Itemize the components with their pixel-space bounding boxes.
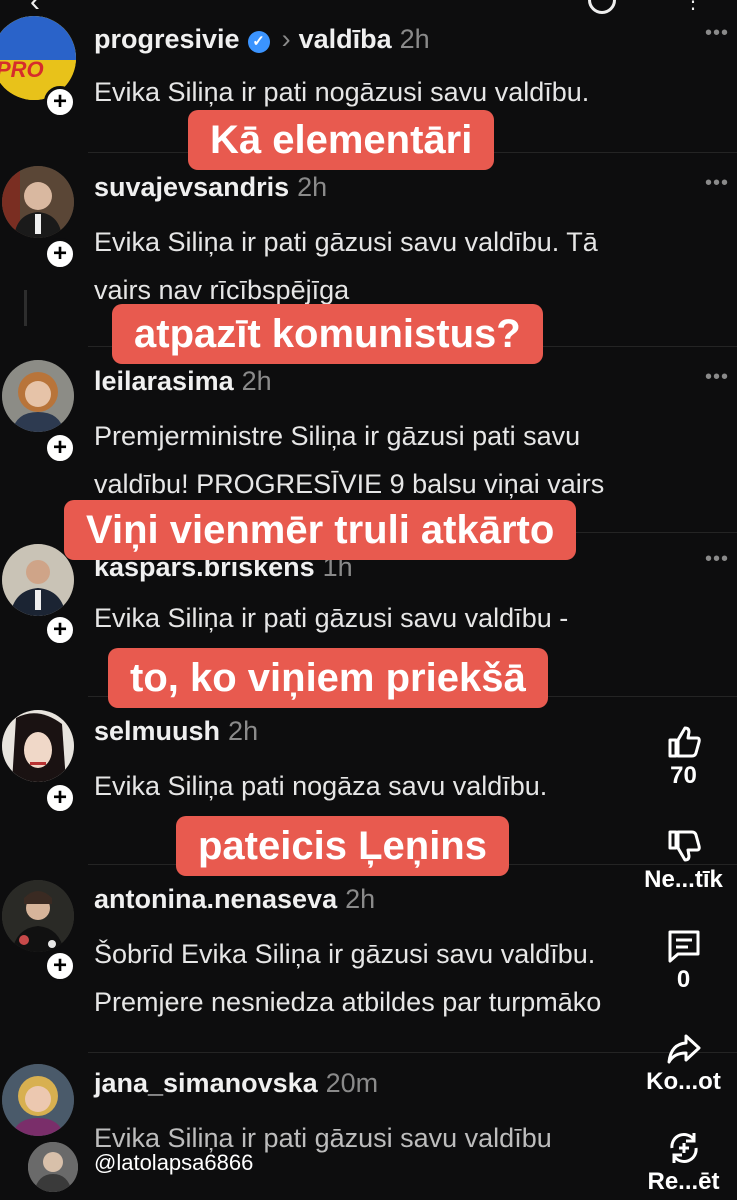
top-bar: ‹ ⋮ xyxy=(0,0,737,17)
follow-plus-icon[interactable]: + xyxy=(44,950,76,982)
share-label: Ko...ot xyxy=(646,1068,721,1095)
more-vertical-icon[interactable]: ⋮ xyxy=(683,0,703,12)
share-button[interactable]: Ko...ot xyxy=(630,1028,737,1096)
username-text[interactable]: progresivie xyxy=(94,24,240,54)
follow-plus-icon[interactable]: + xyxy=(44,432,76,464)
verified-badge-icon: ✓ xyxy=(247,31,270,53)
avatar[interactable] xyxy=(2,1064,74,1136)
uploader-handle[interactable]: @latolapsa6866 xyxy=(94,1150,253,1176)
comment-username[interactable]: jana_simanovska 20m xyxy=(94,1068,378,1099)
more-options-icon[interactable]: ••• xyxy=(705,22,729,45)
comment-username[interactable]: progresivie ✓ › valdība 2h xyxy=(94,24,430,55)
more-options-icon[interactable]: ••• xyxy=(705,548,729,571)
avatar[interactable] xyxy=(2,544,74,616)
avatar[interactable] xyxy=(2,360,74,432)
username-text[interactable]: selmuush xyxy=(94,716,220,746)
share-icon xyxy=(667,1034,700,1064)
comment-username[interactable]: antonina.nenaseva 2h xyxy=(94,884,375,915)
timestamp: 2h xyxy=(399,24,430,54)
thumbs-up-icon xyxy=(668,726,701,758)
timestamp: 20m xyxy=(325,1068,379,1098)
comment-username[interactable]: leilarasima 2h xyxy=(94,366,272,397)
comment-text: Evika Siliņa ir pati gāzusi savu valdību… xyxy=(94,603,569,633)
comment-text: Evika Siliņa pati nogāza savu valdību. xyxy=(94,771,548,801)
like-button[interactable]: 70 xyxy=(630,722,737,790)
timestamp: 2h xyxy=(228,716,259,746)
thumbs-down-icon xyxy=(668,830,701,862)
avatar-logo-text: PRO xyxy=(0,57,44,82)
comment-username[interactable]: suvajevsandris 2h xyxy=(94,172,327,203)
follow-plus-icon[interactable]: + xyxy=(44,238,76,270)
caption-overlay: pateicis Ļeņins xyxy=(176,816,509,876)
remix-button[interactable]: Re...ēt xyxy=(630,1128,737,1196)
comment-text: Evika Siliņa ir pati gāzusi savu valdību… xyxy=(94,227,598,257)
thread-line xyxy=(24,290,27,326)
caption-overlay: Kā elementāri xyxy=(188,110,495,170)
timestamp: 2h xyxy=(241,366,272,396)
comment-icon xyxy=(668,930,699,963)
chevron-right-icon: › xyxy=(281,24,291,54)
username-text[interactable]: leilarasima xyxy=(94,366,234,396)
username-text[interactable]: suvajevsandris xyxy=(94,172,289,202)
more-options-icon[interactable]: ••• xyxy=(705,366,729,389)
topic-link[interactable]: valdība xyxy=(299,24,392,54)
like-count: 70 xyxy=(670,762,697,789)
back-chevron-icon[interactable]: ‹ xyxy=(30,0,40,17)
remix-label: Re...ēt xyxy=(647,1168,720,1195)
follow-plus-icon[interactable]: + xyxy=(44,614,76,646)
username-text[interactable]: jana_simanovska xyxy=(94,1068,318,1098)
comment-button[interactable]: 0 xyxy=(630,926,737,994)
caption-overlay: to, ko viņiem priekšā xyxy=(108,648,548,708)
timestamp: 2h xyxy=(297,172,328,202)
caption-overlay: atpazīt komunistus? xyxy=(112,304,543,364)
comment-text: valdību! PROGRESĪVIE 9 balsu viņai vairs xyxy=(94,469,605,499)
follow-plus-icon[interactable]: + xyxy=(44,86,76,118)
dislike-label: Ne...tīk xyxy=(644,866,723,893)
remix-icon xyxy=(669,1133,698,1163)
comment-text: Premjere nesniedza atbildes par turpmāko xyxy=(94,987,602,1017)
avatar[interactable] xyxy=(2,166,74,238)
avatar[interactable] xyxy=(2,880,74,952)
username-text[interactable]: antonina.nenaseva xyxy=(94,884,337,914)
dislike-button[interactable]: Ne...tīk xyxy=(630,826,737,894)
more-options-icon[interactable]: ••• xyxy=(705,172,729,195)
comment-username[interactable]: selmuush 2h xyxy=(94,716,258,747)
search-icon[interactable] xyxy=(588,0,616,14)
uploader-avatar[interactable] xyxy=(28,1142,78,1192)
comment-text: Evika Siliņa ir pati nogāzusi savu valdī… xyxy=(94,77,590,107)
comment-text: Premjerministre Siliņa ir gāzusi pati sa… xyxy=(94,421,581,451)
avatar[interactable] xyxy=(2,710,74,782)
comment-count: 0 xyxy=(676,966,691,993)
caption-overlay: Viņi vienmēr truli atkārto xyxy=(64,500,577,560)
comment-text: Šobrīd Evika Siliņa ir gāzusi savu valdī… xyxy=(94,939,596,969)
follow-plus-icon[interactable]: + xyxy=(44,782,76,814)
timestamp: 2h xyxy=(345,884,376,914)
